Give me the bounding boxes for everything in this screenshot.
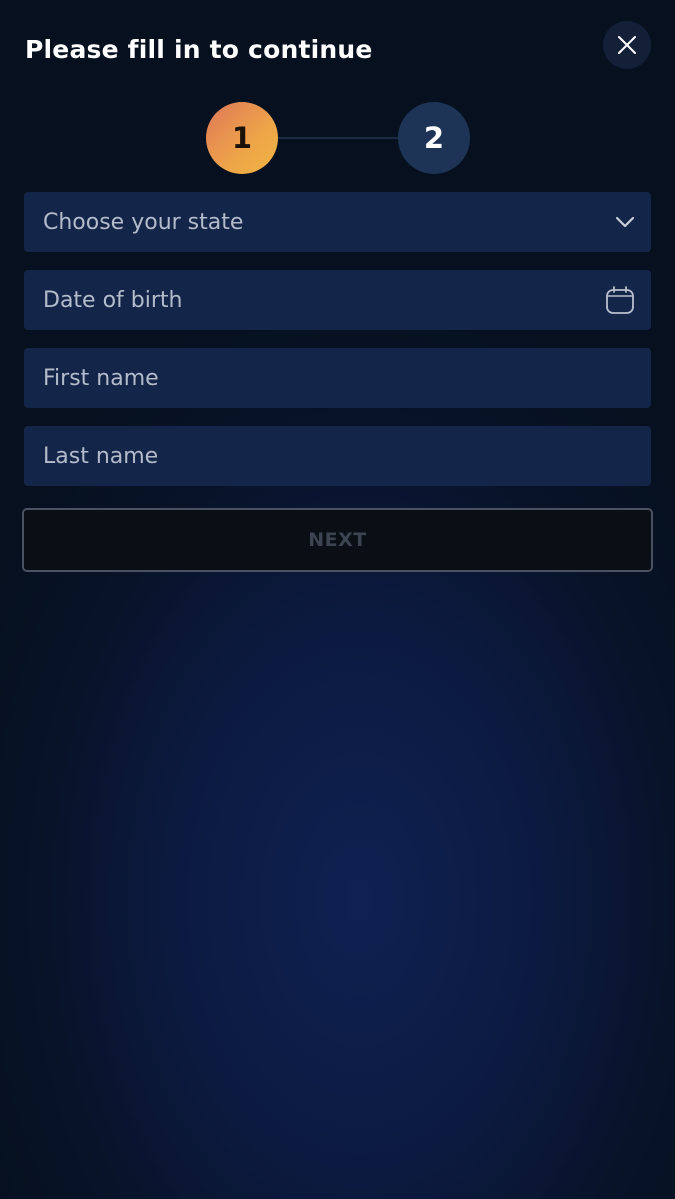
first-name-placeholder: First name <box>43 365 159 391</box>
registration-page: Please fill in to continue 1 2 Choose yo… <box>0 0 675 1199</box>
page-title: Please fill in to continue <box>25 35 373 64</box>
date-of-birth-field[interactable]: Date of birth <box>24 270 651 330</box>
chevron-down-icon <box>615 216 635 228</box>
next-button[interactable]: NEXT <box>22 508 653 572</box>
state-select-placeholder: Choose your state <box>43 209 244 235</box>
stepper-connector <box>278 137 398 139</box>
close-icon <box>618 36 636 54</box>
state-select[interactable]: Choose your state <box>24 192 651 252</box>
step-1-indicator: 1 <box>206 102 278 174</box>
date-of-birth-placeholder: Date of birth <box>43 287 183 313</box>
last-name-placeholder: Last name <box>43 443 159 469</box>
progress-stepper: 1 2 <box>206 102 470 174</box>
calendar-icon[interactable] <box>605 285 635 315</box>
first-name-field[interactable]: First name <box>24 348 651 408</box>
step-2-indicator: 2 <box>398 102 470 174</box>
last-name-field[interactable]: Last name <box>24 426 651 486</box>
close-button[interactable] <box>603 21 651 69</box>
